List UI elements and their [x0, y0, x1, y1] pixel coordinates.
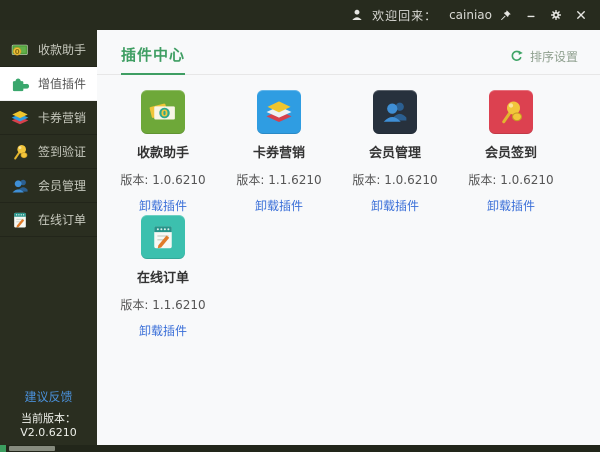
- welcome-label: 欢迎回来：: [372, 7, 437, 24]
- plugin-name: 收款助手: [105, 142, 221, 161]
- plugin-name: 会员签到: [453, 142, 569, 161]
- sidebar-item-label: 在线订单: [38, 211, 86, 228]
- plugin-tile-member-management[interactable]: [373, 90, 417, 134]
- uninstall-plugin-link[interactable]: 卸载插件: [487, 197, 535, 214]
- plugin-card-payment-assistant: 收款助手 版本: 1.0.6210 卸载插件: [105, 90, 221, 214]
- minimize-button[interactable]: [520, 4, 542, 26]
- plugin-card-member-management: 会员管理 版本: 1.0.6210 卸载插件: [337, 90, 453, 214]
- notepad-icon: [10, 210, 30, 230]
- uninstall-plugin-link[interactable]: 卸载插件: [255, 197, 303, 214]
- sidebar-footer: 建议反馈 当前版本：V2.0.6210: [0, 386, 97, 439]
- uninstall-plugin-link[interactable]: 卸载插件: [371, 197, 419, 214]
- plugin-version: 版本: 1.1.6210: [221, 171, 337, 188]
- money-icon: [148, 97, 178, 127]
- pushpin-icon: [496, 97, 526, 127]
- sidebar-item-coupon-marketing[interactable]: 卡券营销: [0, 101, 97, 135]
- sidebar-item-label: 卡券营销: [38, 109, 86, 126]
- minimize-icon: [525, 9, 537, 21]
- plugin-version: 版本: 1.0.6210: [105, 171, 221, 188]
- plugin-grid: 收款助手 版本: 1.0.6210 卸载插件 卡券营销 版本: 1.1.6210: [97, 75, 600, 340]
- plugin-card-coupon-marketing: 卡券营销 版本: 1.1.6210 卸载插件: [221, 90, 337, 214]
- plugin-tile-payment-assistant[interactable]: [141, 90, 185, 134]
- plugin-version: 版本: 1.0.6210: [337, 171, 453, 188]
- pushpin-icon: [500, 9, 512, 21]
- plugin-version: 版本: 1.0.6210: [453, 171, 569, 188]
- horizontal-scrollbar-thumb[interactable]: [9, 446, 55, 451]
- gear-icon: [550, 9, 562, 21]
- sort-settings-label: 排序设置: [530, 48, 578, 65]
- sidebar-item-label: 增值插件: [38, 75, 86, 92]
- sidebar-item-label: 签到验证: [38, 143, 86, 160]
- username-text: cainiao: [449, 8, 492, 22]
- app-window: 欢迎回来： cainiao 收款助手 增值插件 卡: [0, 0, 600, 452]
- plugin-version: 版本: 1.1.6210: [105, 296, 221, 313]
- sidebar: 收款助手 增值插件 卡券营销 签到验证 会员管理 在线订单: [0, 30, 97, 445]
- titlebar: 欢迎回来： cainiao: [0, 0, 600, 30]
- sidebar-item-plugins[interactable]: 增值插件: [0, 67, 97, 101]
- sidebar-item-online-orders[interactable]: 在线订单: [0, 203, 97, 237]
- plugin-tile-coupon-marketing[interactable]: [257, 90, 301, 134]
- person-icon: [10, 176, 30, 196]
- sort-settings-button[interactable]: 排序设置: [509, 48, 578, 74]
- settings-button[interactable]: [545, 4, 567, 26]
- sidebar-item-signin-verify[interactable]: 签到验证: [0, 135, 97, 169]
- app-version-text: 当前版本：V2.0.6210: [0, 410, 97, 439]
- corner-chip: [0, 445, 6, 452]
- plugin-tile-online-orders[interactable]: [141, 215, 185, 259]
- page-title: 插件中心: [121, 44, 185, 75]
- plugin-tile-member-signin[interactable]: [489, 90, 533, 134]
- feedback-link[interactable]: 建议反馈: [24, 388, 72, 405]
- money-icon: [10, 40, 30, 60]
- pin-button[interactable]: [495, 4, 517, 26]
- sidebar-item-label: 收款助手: [38, 41, 86, 58]
- refresh-icon: [509, 49, 524, 64]
- uninstall-plugin-link[interactable]: 卸载插件: [139, 197, 187, 214]
- puzzle-icon: [10, 74, 30, 94]
- notepad-icon: [148, 222, 178, 252]
- main-content: 插件中心 排序设置 收款助手 版本: 1.0.6210 卸载插件: [97, 30, 600, 445]
- bottom-scrollbar: [0, 445, 600, 452]
- uninstall-plugin-link[interactable]: 卸载插件: [139, 322, 187, 339]
- user-icon: [350, 8, 364, 22]
- close-button[interactable]: [570, 4, 592, 26]
- person-icon: [380, 97, 410, 127]
- sidebar-item-payment-assistant[interactable]: 收款助手: [0, 33, 97, 67]
- pushpin-icon: [10, 142, 30, 162]
- plugin-name: 卡券营销: [221, 142, 337, 161]
- layers-icon: [264, 97, 294, 127]
- plugin-card-online-orders: 在线订单 版本: 1.1.6210 卸载插件: [105, 215, 221, 339]
- plugin-card-member-signin: 会员签到 版本: 1.0.6210 卸载插件: [453, 90, 569, 214]
- sidebar-item-label: 会员管理: [38, 177, 86, 194]
- sidebar-item-member-management[interactable]: 会员管理: [0, 169, 97, 203]
- close-icon: [575, 9, 587, 21]
- plugin-name: 在线订单: [105, 267, 221, 286]
- layers-icon: [10, 108, 30, 128]
- content-header: 插件中心 排序设置: [97, 30, 600, 75]
- plugin-name: 会员管理: [337, 142, 453, 161]
